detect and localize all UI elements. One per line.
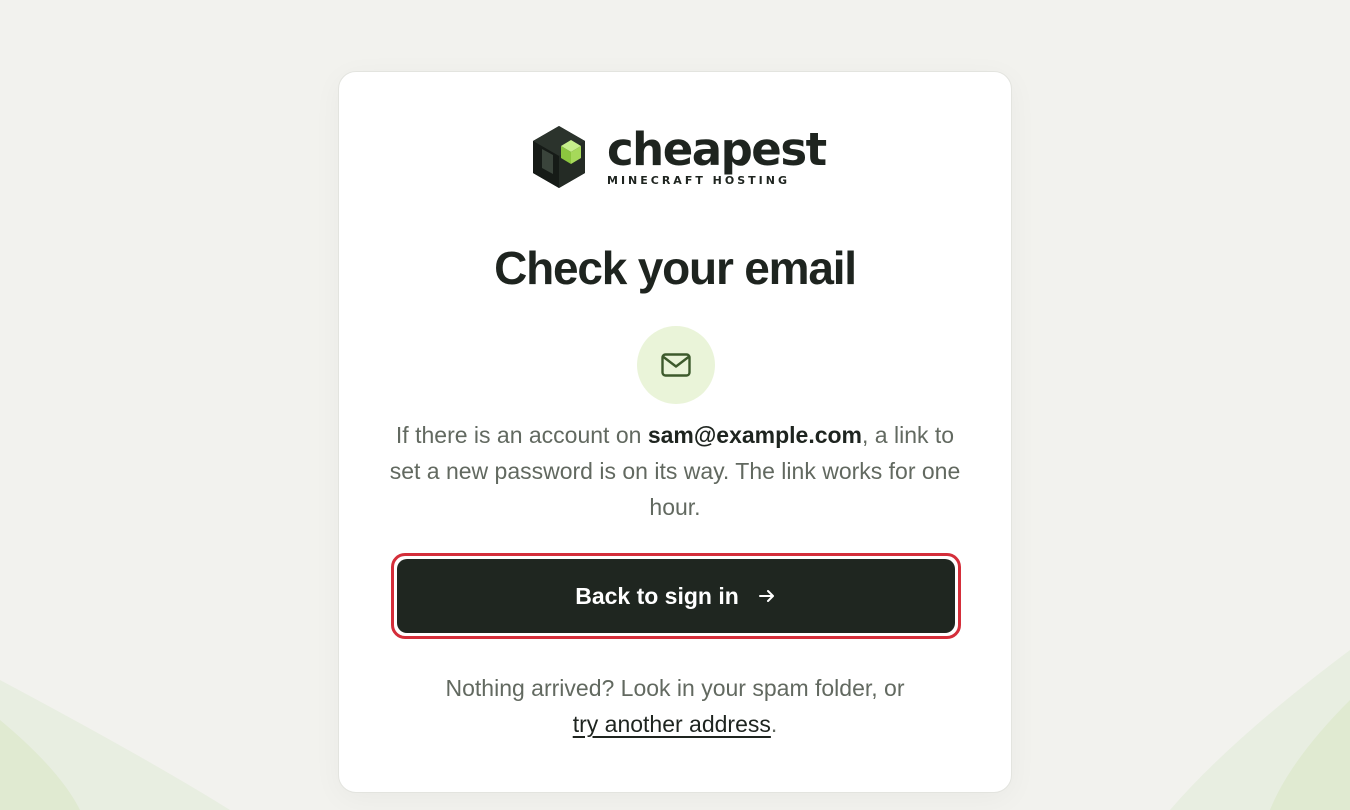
logo-cube-icon xyxy=(533,126,585,188)
footer-trailing: . xyxy=(770,711,778,737)
page-title: Check your email xyxy=(494,242,857,294)
try-another-address-link[interactable]: try another address xyxy=(573,711,771,737)
mail-icon-badge xyxy=(637,326,715,404)
mail-icon xyxy=(661,353,691,377)
confirmation-message: If there is an account on sam@example.co… xyxy=(387,417,963,525)
arrow-right-icon xyxy=(757,587,777,605)
back-to-sign-in-button[interactable]: Back to sign in xyxy=(397,559,955,633)
brand-name: cheapest xyxy=(607,122,827,176)
footer-text: Nothing arrived? Look in your spam folde… xyxy=(445,675,905,701)
brand-tagline: MINECRAFT HOSTING xyxy=(607,173,790,187)
footer-note: Nothing arrived? Look in your spam folde… xyxy=(379,670,971,742)
brand-logo[interactable]: cheapest MINECRAFT HOSTING xyxy=(531,122,827,190)
auth-card: cheapest MINECRAFT HOSTING Check your em… xyxy=(338,71,1012,793)
message-prefix: If there is an account on xyxy=(395,422,648,448)
back-to-sign-in-label: Back to sign in xyxy=(575,582,739,609)
account-email: sam@example.com xyxy=(647,422,863,448)
back-to-sign-in-focus-ring: Back to sign in xyxy=(391,553,961,639)
